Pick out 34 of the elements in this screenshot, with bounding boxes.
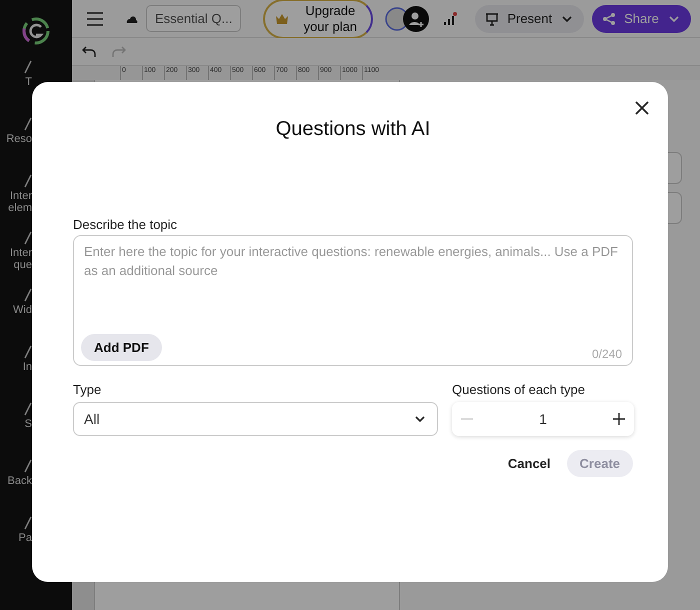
present-button[interactable]: Present [475,4,584,32]
topic-field[interactable]: Enter here the topic for your interactive questions: renewable energies, animals... Use a PDF as an additional source Add PDF 0/240 [73,235,633,366]
close-icon[interactable] [634,100,650,116]
field-label: Type [73,382,102,397]
undo-icon[interactable] [82,46,96,58]
add-pdf-button[interactable]: Add PDF [81,334,162,361]
sidebar-label[interactable]: Wid [13,304,32,316]
sidebar-label[interactable]: Reso [6,133,32,145]
sidebar-label[interactable]: T [25,76,32,88]
quantity-stepper[interactable]: 1 [452,402,634,436]
cancel-button[interactable]: Cancel [508,450,551,477]
character-counter: 0/240 [592,347,622,361]
document-title-field[interactable]: Essential Q... [146,5,242,32]
signal-icon[interactable] [443,12,458,26]
dialog-title: Questions with AI [274,118,432,141]
logo-icon [21,16,51,46]
sidebar-label[interactable]: S [24,418,32,430]
cloud-icon[interactable] [126,14,138,22]
share-icon [602,12,616,26]
presentation-icon [485,12,500,26]
sidebar-label[interactable]: Inter elem [8,190,32,214]
sidebar-label[interactable]: Pa [18,532,32,544]
sidebar-label[interactable]: Inter que [10,247,32,271]
share-button[interactable]: Share [592,4,691,32]
sidebar-label[interactable]: Back [8,475,32,487]
add-user-icon[interactable] [403,6,430,32]
type-select[interactable]: All [73,402,438,436]
crown-icon [275,13,290,24]
plus-icon[interactable] [612,412,626,426]
sidebar-label[interactable]: In [22,361,32,373]
quantity-value: 1 [539,411,547,427]
field-label: Questions of each type [452,382,585,397]
upgrade-button[interactable]: Upgrade your plan [263,0,374,38]
field-label: Describe the topic [73,217,178,232]
